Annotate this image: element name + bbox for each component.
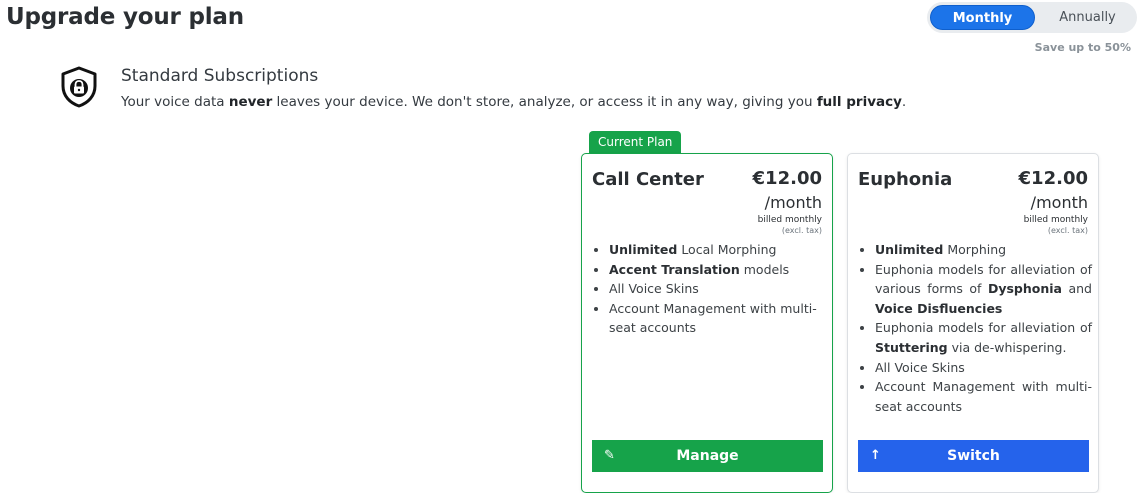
plan-card-call-center: Call Center €12.00 /month billed monthly…: [581, 153, 833, 493]
plan-period: /month: [764, 193, 822, 212]
feature-item: Euphonia models for alleviation of vario…: [875, 260, 1092, 319]
tax-note: (excl. tax): [781, 226, 822, 235]
feature-item: All Voice Skins: [875, 358, 1092, 378]
price-block: €12.00 /month billed monthly (excl. tax): [753, 168, 822, 236]
switch-button[interactable]: ↑ Switch: [858, 440, 1089, 472]
shield-lock-icon: [61, 66, 97, 108]
switch-button-label: Switch: [947, 448, 1000, 464]
plan-name: Call Center: [592, 169, 704, 190]
page-title: Upgrade your plan: [6, 4, 244, 30]
pencil-icon: ✎: [604, 448, 615, 463]
plan-price: €12.00: [752, 168, 822, 189]
arrow-up-icon: ↑: [870, 448, 881, 463]
feature-item: Euphonia models for alleviation of Stutt…: [875, 318, 1092, 357]
feature-item: Account Management with multi-seat accou…: [609, 299, 826, 338]
billing-toggle: Monthly Annually: [927, 2, 1137, 33]
feature-item: Accent Translation models: [609, 260, 826, 280]
plan-period: /month: [1030, 193, 1088, 212]
feature-item: Account Management with multi-seat accou…: [875, 377, 1092, 416]
feature-list: Unlimited Local Morphing Accent Translat…: [594, 240, 826, 338]
billing-cycle: billed monthly: [1023, 215, 1088, 225]
billing-cycle: billed monthly: [757, 215, 822, 225]
privacy-note: Your voice data never leaves your device…: [121, 94, 907, 110]
current-plan-badge: Current Plan: [589, 131, 682, 154]
monthly-toggle-button[interactable]: Monthly: [930, 5, 1035, 30]
manage-button[interactable]: ✎ Manage: [592, 440, 823, 472]
annually-toggle-button[interactable]: Annually: [1035, 5, 1140, 30]
plan-name: Euphonia: [858, 169, 953, 190]
subscriptions-title: Standard Subscriptions: [121, 66, 319, 86]
plan-card-euphonia: Euphonia €12.00 /month billed monthly (e…: [847, 153, 1099, 493]
tax-note: (excl. tax): [1047, 226, 1088, 235]
plan-price: €12.00: [1018, 168, 1088, 189]
price-block: €12.00 /month billed monthly (excl. tax): [1019, 168, 1088, 236]
feature-item: Unlimited Local Morphing: [609, 240, 826, 260]
manage-button-label: Manage: [676, 448, 739, 464]
feature-item: All Voice Skins: [609, 279, 826, 299]
save-note: Save up to 50%: [1034, 41, 1131, 54]
feature-item: Unlimited Morphing: [875, 240, 1092, 260]
feature-list: Unlimited Morphing Euphonia models for a…: [860, 240, 1092, 416]
